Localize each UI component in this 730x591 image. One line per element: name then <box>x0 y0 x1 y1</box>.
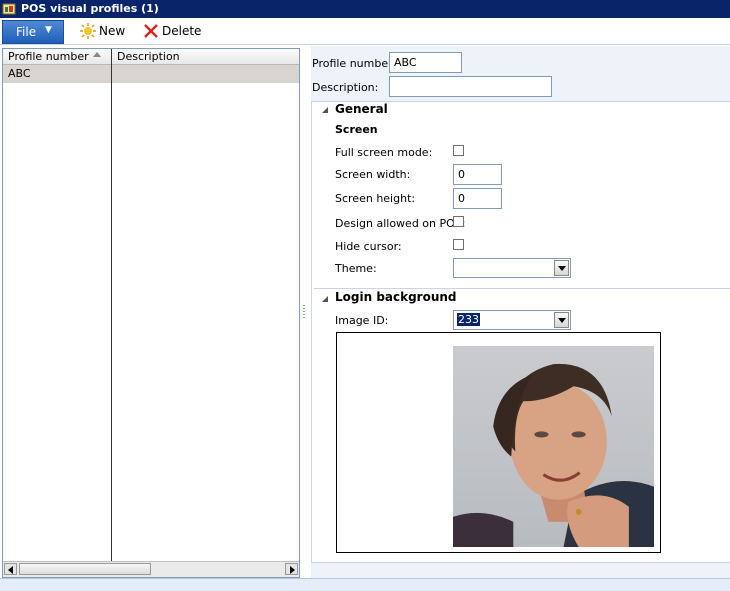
hide-cursor-label: Hide cursor: <box>335 240 402 253</box>
theme-select[interactable] <box>453 258 571 278</box>
chevron-left-icon <box>8 566 13 574</box>
image-id-label: Image ID: <box>335 314 389 327</box>
file-menu-label: File <box>16 25 37 39</box>
panel-splitter[interactable] <box>303 305 305 319</box>
status-bar <box>0 578 730 591</box>
horizontal-scrollbar[interactable] <box>3 561 299 577</box>
collapse-triangle-icon[interactable] <box>321 106 329 114</box>
scroll-left-button[interactable] <box>4 563 17 575</box>
login-background-image <box>453 346 654 547</box>
description-label: Description: <box>312 81 379 94</box>
delete-icon <box>144 24 158 38</box>
new-icon <box>80 23 96 39</box>
image-id-value: 233 <box>457 313 480 326</box>
dropdown-arrow-icon[interactable] <box>554 312 569 328</box>
collapse-triangle-icon[interactable] <box>321 295 329 303</box>
scroll-thumb[interactable] <box>19 563 151 575</box>
screen-width-label: Screen width: <box>335 168 411 181</box>
app-icon <box>2 3 16 15</box>
new-label: New <box>99 24 126 38</box>
login-background-preview <box>336 332 661 553</box>
column-header-profile-number[interactable]: Profile number <box>8 50 89 63</box>
scroll-right-button[interactable] <box>285 563 298 575</box>
section-general-title[interactable]: General <box>335 102 388 116</box>
title-bar: POS visual profiles (1) <box>0 0 730 18</box>
delete-button[interactable]: Delete <box>143 23 203 41</box>
description-field[interactable] <box>389 76 552 97</box>
section-divider <box>314 288 730 289</box>
image-id-select[interactable]: 233 <box>453 310 571 330</box>
profile-number-label: Profile number: <box>312 57 397 70</box>
grid-header: Profile number Description <box>3 49 299 65</box>
delete-label: Delete <box>162 24 202 38</box>
column-divider <box>111 49 112 562</box>
screen-subheading: Screen <box>335 123 378 136</box>
chevron-down-icon: ▼ <box>45 25 52 35</box>
profiles-grid: Profile number Description ABC <box>2 48 300 578</box>
design-allowed-checkbox[interactable] <box>453 216 464 227</box>
screen-height-field[interactable]: 0 <box>453 188 502 209</box>
design-allowed-label: Design allowed on POS: <box>335 217 466 230</box>
sort-ascending-icon <box>93 52 101 57</box>
full-screen-label: Full screen mode: <box>335 146 433 159</box>
theme-label: Theme: <box>335 262 377 275</box>
section-login-background-title[interactable]: Login background <box>335 290 457 304</box>
window-title: POS visual profiles (1) <box>21 2 159 15</box>
screen-height-label: Screen height: <box>335 192 416 205</box>
chevron-right-icon <box>290 566 295 574</box>
panel-bottom-bar <box>311 562 730 579</box>
column-header-description[interactable]: Description <box>117 50 180 63</box>
full-screen-checkbox[interactable] <box>453 145 464 156</box>
table-row[interactable]: ABC <box>3 65 299 83</box>
dropdown-arrow-icon[interactable] <box>554 260 569 276</box>
profile-number-field[interactable]: ABC <box>389 52 462 73</box>
file-menu-button[interactable]: File ▼ <box>2 20 64 44</box>
hide-cursor-checkbox[interactable] <box>453 239 464 250</box>
cell-profile-number: ABC <box>8 67 31 80</box>
screen-width-field[interactable]: 0 <box>453 164 502 185</box>
new-button[interactable]: New <box>80 23 130 41</box>
